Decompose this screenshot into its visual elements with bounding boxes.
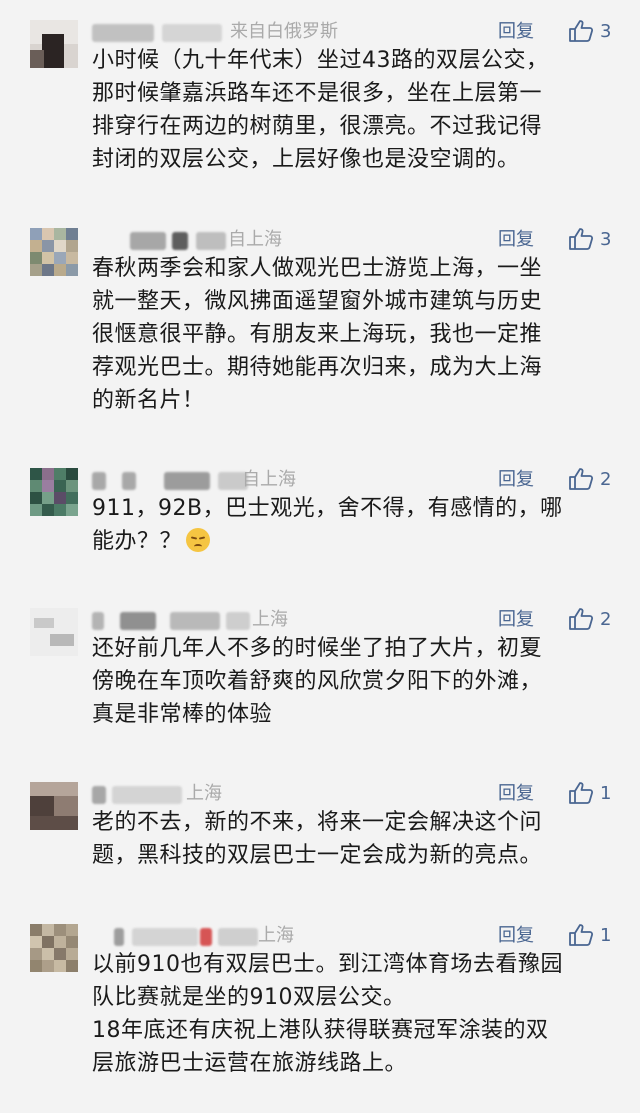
like-count: 2 (600, 469, 612, 490)
avatar[interactable] (30, 608, 78, 656)
comment-line-text: 能办？？ (92, 529, 183, 554)
thumbs-up-icon (569, 20, 594, 42)
reply-button[interactable]: 回复 (498, 922, 534, 950)
comment-text: 以前910也有双层巴士。到江湾体育场去看豫园 队比赛就是坐的910双层公交。 1… (92, 948, 612, 1080)
comment-line: 排穿行在两边的树荫里，很漂亮。不过我记得 (92, 114, 543, 139)
like-button[interactable]: 1 (568, 921, 628, 951)
comment-location: 上海 (186, 783, 222, 804)
comment-line: 荐观光巴士。期待她能再次归来，成为大上海 (92, 355, 543, 380)
comment-line: 春秋两季会和家人做观光巴士游览上海，一坐 (92, 256, 543, 281)
thumbs-up-icon (569, 468, 594, 490)
pensive-face-emoji-icon (186, 528, 211, 552)
comment-location: 上海 (258, 925, 294, 946)
thumbs-up-icon (569, 782, 594, 804)
comment-line: 那时候肇嘉浜路车还不是很多，坐在上层第一 (92, 81, 543, 106)
comment-location: 自上海 (228, 229, 282, 250)
comment-text: 911，92B，巴士观光，舍不得，有感情的，哪 能办？？ (92, 492, 612, 558)
comment-line: 老的不去，新的不来，将来一定会解决这个问 (92, 810, 543, 835)
like-button[interactable]: 3 (568, 225, 628, 255)
comment-line: 911，92B，巴士观光，舍不得，有感情的，哪 (92, 496, 563, 521)
comment-line: 层旅游巴士运营在旅游线路上。 (92, 1051, 408, 1076)
comment-location: 自上海 (242, 469, 296, 490)
avatar[interactable] (30, 924, 78, 972)
avatar[interactable] (30, 20, 78, 68)
like-button[interactable]: 2 (568, 465, 628, 495)
comment-line: 的新名片！ (92, 388, 205, 413)
comment-text: 还好前几年人不多的时候坐了拍了大片，初夏 傍晚在车顶吹着舒爽的风欣赏夕阳下的外滩… (92, 632, 612, 731)
reply-button[interactable]: 回复 (498, 226, 534, 254)
avatar[interactable] (30, 228, 78, 276)
like-button[interactable]: 3 (568, 17, 628, 47)
reply-button[interactable]: 回复 (498, 606, 534, 634)
reply-button[interactable]: 回复 (498, 18, 534, 46)
avatar[interactable] (30, 468, 78, 516)
like-count: 1 (600, 925, 612, 946)
like-count: 3 (600, 229, 612, 250)
like-button[interactable]: 1 (568, 779, 628, 809)
like-count: 1 (600, 783, 612, 804)
comment-line: 真是非常棒的体验 (92, 702, 273, 727)
reply-button[interactable]: 回复 (498, 780, 534, 808)
comment-location: 来自白俄罗斯 (230, 21, 338, 42)
comment-text: 小时候（九十年代末）坐过43路的双层公交， 那时候肇嘉浜路车还不是很多，坐在上层… (92, 44, 612, 176)
comment-line: 小时候（九十年代末）坐过43路的双层公交， (92, 48, 549, 73)
comment-line: 题，黑科技的双层巴士一定会成为新的亮点。 (92, 843, 543, 868)
comment-text: 老的不去，新的不来，将来一定会解决这个问 题，黑科技的双层巴士一定会成为新的亮点… (92, 806, 612, 872)
comment-line: 以前910也有双层巴士。到江湾体育场去看豫园 (92, 952, 563, 977)
like-count: 3 (600, 21, 612, 42)
comment-line: 很惬意很平静。有朋友来上海玩，我也一定推 (92, 322, 543, 347)
thumbs-up-icon (569, 608, 594, 630)
comment-location: 上海 (252, 609, 288, 630)
comment-text: 春秋两季会和家人做观光巴士游览上海，一坐 就一整天，微风拂面遥望窗外城市建筑与历… (92, 252, 612, 417)
comment-line: 傍晚在车顶吹着舒爽的风欣赏夕阳下的外滩， (92, 669, 543, 694)
reply-button[interactable]: 回复 (498, 466, 534, 494)
comment-line: 就一整天，微风拂面遥望窗外城市建筑与历史 (92, 289, 543, 314)
comment-line: 还好前几年人不多的时候坐了拍了大片，初夏 (92, 636, 543, 661)
thumbs-up-icon (569, 228, 594, 250)
comment-line: 队比赛就是坐的910双层公交。 (92, 985, 406, 1010)
avatar[interactable] (30, 782, 78, 830)
comment-line: 18年底还有庆祝上港队获得联赛冠军涂装的双 (92, 1018, 549, 1043)
thumbs-up-icon (569, 924, 594, 946)
like-button[interactable]: 2 (568, 605, 628, 635)
comment-line: 封闭的双层公交，上层好像也是没空调的。 (92, 147, 520, 172)
like-count: 2 (600, 609, 612, 630)
comment-line: 能办？？ (92, 525, 612, 558)
